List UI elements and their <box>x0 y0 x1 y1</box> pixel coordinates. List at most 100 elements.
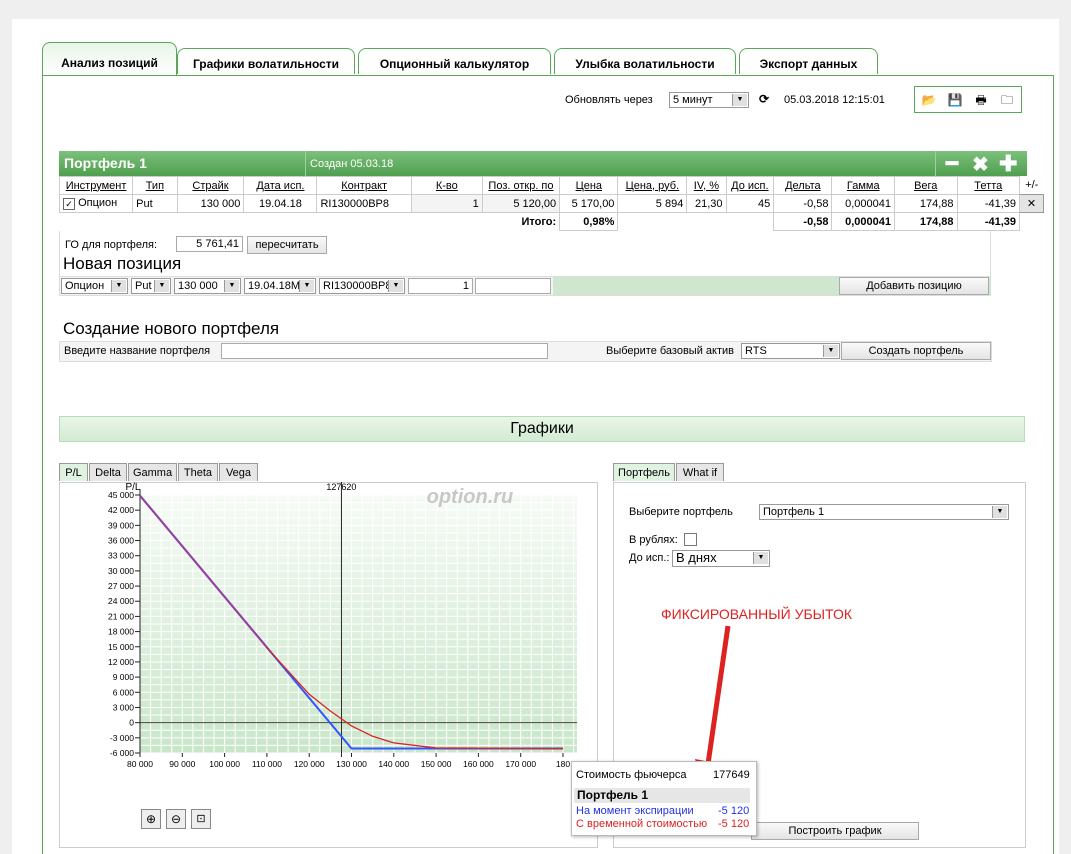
tab-theta[interactable]: Theta <box>178 463 218 481</box>
asset-select[interactable]: RTS ▼ <box>741 343 840 359</box>
y-tick-label: 24 000 <box>108 596 134 606</box>
x-tick-label: 90 000 <box>169 759 195 769</box>
remove-row-icon[interactable]: ✕ <box>1019 194 1044 213</box>
go-value: 5 761,41 <box>176 236 243 252</box>
refresh-icon[interactable]: ⟳ <box>756 92 772 106</box>
cell-open-price[interactable]: 5 120,00 <box>481 194 561 213</box>
tab-volatility-smile[interactable]: Улыбка волатильности <box>554 48 736 74</box>
folder-icon[interactable]: 🗀 <box>999 93 1015 107</box>
empty-cell <box>1020 213 1044 231</box>
open-folder-icon[interactable]: 📂 <box>921 93 937 107</box>
new-price-input[interactable] <box>475 278 551 294</box>
cell-type: Put <box>132 194 178 213</box>
new-date-select[interactable]: 19.04.18M ▼ <box>244 278 316 294</box>
y-tick-label: 3 000 <box>113 702 135 712</box>
cell-instrument[interactable]: ✓ Опцион <box>58 194 134 213</box>
zoom-out-icon[interactable]: ⊖ <box>166 809 186 829</box>
rub-label: В рублях: <box>629 534 678 546</box>
tab-option-calculator[interactable]: Опционный калькулятор <box>358 48 551 74</box>
watermark: option.ru <box>427 486 514 508</box>
tab-data-export[interactable]: Экспорт данных <box>739 48 878 74</box>
tab-portfolio[interactable]: Портфель <box>613 463 675 481</box>
col-header[interactable]: Поз. откр. по <box>481 176 561 195</box>
add-position-button[interactable]: Добавить позицию <box>839 277 989 295</box>
refresh-interval-select[interactable]: 5 минут ▼ <box>669 92 749 108</box>
col-header[interactable]: Вега <box>894 176 958 195</box>
totals-row: Итого: 0,98% -0,58 0,000041 174,88 -41,3… <box>60 212 1044 231</box>
tooltip-title: Портфель 1 <box>574 788 750 803</box>
new-type-select[interactable]: Put ▼ <box>131 278 171 294</box>
cell-contract: RI130000BP8 <box>316 194 412 213</box>
portfolio-name-input[interactable] <box>221 343 548 359</box>
tab-vega[interactable]: Vega <box>219 463 258 481</box>
build-chart-button[interactable]: Построить график <box>751 822 919 840</box>
x-tick-label: 110 000 <box>252 759 282 769</box>
tooltip-fut-label: Стоимость фьючерса <box>576 769 687 781</box>
col-header[interactable]: Цена <box>559 176 619 195</box>
col-header[interactable]: Тетта <box>956 176 1021 195</box>
zoom-in-icon[interactable]: ⊕ <box>141 809 161 829</box>
portfolio-name-label: Введите название портфеля <box>64 345 211 357</box>
refresh-label: Обновлять через <box>565 94 653 106</box>
recalc-button[interactable]: пересчитать <box>247 236 327 254</box>
col-header[interactable]: Цена, руб. <box>617 176 688 195</box>
tab-volatility-charts[interactable]: Графики волатильности <box>177 48 355 74</box>
y-tick-label: 30 000 <box>108 566 134 576</box>
x-tick-label: 160 000 <box>463 759 494 769</box>
checkbox-checked[interactable]: ✓ <box>63 197 75 210</box>
select-value: В днях <box>676 550 717 565</box>
zoom-reset-icon[interactable]: ⊡ <box>191 809 211 829</box>
datetime-label: 05.03.2018 12:15:01 <box>784 94 885 106</box>
totals-delta: -0,58 <box>773 212 833 231</box>
positions-table: Инструмент Тип Страйк Дата исп. Контракт… <box>58 176 1044 231</box>
portfolio-title: Портфель 1 <box>64 155 147 171</box>
save-icon[interactable]: 💾 <box>947 93 963 107</box>
tooltip-line1-value: -5 120 <box>718 805 750 817</box>
table-header-row: Инструмент Тип Страйк Дата исп. Контракт… <box>58 176 1044 195</box>
col-header[interactable]: Дата исп. <box>243 176 318 195</box>
col-header[interactable]: Контракт <box>316 176 412 195</box>
add-icon[interactable]: ✚ <box>999 151 1017 177</box>
tab-delta[interactable]: Delta <box>89 463 127 481</box>
minimize-icon[interactable]: ━ <box>946 151 958 176</box>
col-header[interactable]: Инструмент <box>58 176 134 195</box>
tooltip-line2-value: -5 120 <box>718 818 750 830</box>
close-icon[interactable]: ✖ <box>972 152 989 177</box>
col-header[interactable]: До исп. <box>725 176 775 195</box>
col-header[interactable]: Тип <box>132 176 178 195</box>
col-header[interactable]: Дельта <box>773 176 833 195</box>
print-icon[interactable]: 🖶 <box>973 93 989 107</box>
new-instrument-select[interactable]: Опцион ▼ <box>61 278 128 294</box>
y-tick-label: 42 000 <box>108 505 134 515</box>
totals-label: Итого: <box>521 215 557 228</box>
select-value: Портфель 1 <box>763 506 825 518</box>
col-header[interactable]: Гамма <box>831 176 895 195</box>
select-value: Put <box>135 280 152 292</box>
col-header[interactable]: К-во <box>410 176 483 195</box>
col-header[interactable]: IV, % <box>686 176 727 195</box>
tab-gamma[interactable]: Gamma <box>128 463 177 481</box>
tab-position-analysis[interactable]: Анализ позиций <box>42 42 177 76</box>
x-tick-label: 100 000 <box>209 759 240 769</box>
portfolio-select[interactable]: Портфель 1 ▼ <box>759 504 1009 520</box>
new-portfolio-title: Создание нового портфеля <box>63 319 280 338</box>
tab-what-if[interactable]: What if <box>676 463 724 481</box>
empty-cell <box>60 213 483 231</box>
x-tick-label: 140 000 <box>378 759 409 769</box>
expiry-select[interactable]: В днях ▼ <box>672 550 770 567</box>
y-tick-label: 9 000 <box>113 672 135 682</box>
select-value: Опцион <box>65 280 105 292</box>
chevron-down-icon: ▼ <box>154 280 169 292</box>
new-qty-input[interactable]: 1 <box>408 278 473 294</box>
y-tick-label: 27 000 <box>108 581 134 591</box>
tab-pl[interactable]: P/L <box>59 463 88 481</box>
col-header[interactable]: Страйк <box>176 176 245 195</box>
y-tick-label: 0 <box>129 718 134 728</box>
new-strike-select[interactable]: 130 000 ▼ <box>174 278 241 294</box>
cell-qty[interactable]: 1 <box>410 194 483 213</box>
new-contract-select[interactable]: RI130000BP8 ▼ <box>319 278 405 294</box>
rub-checkbox[interactable] <box>684 533 697 546</box>
select-value: 130 000 <box>178 280 218 292</box>
cell-strike: 130 000 <box>176 194 245 213</box>
create-portfolio-button[interactable]: Создать портфель <box>841 342 991 360</box>
